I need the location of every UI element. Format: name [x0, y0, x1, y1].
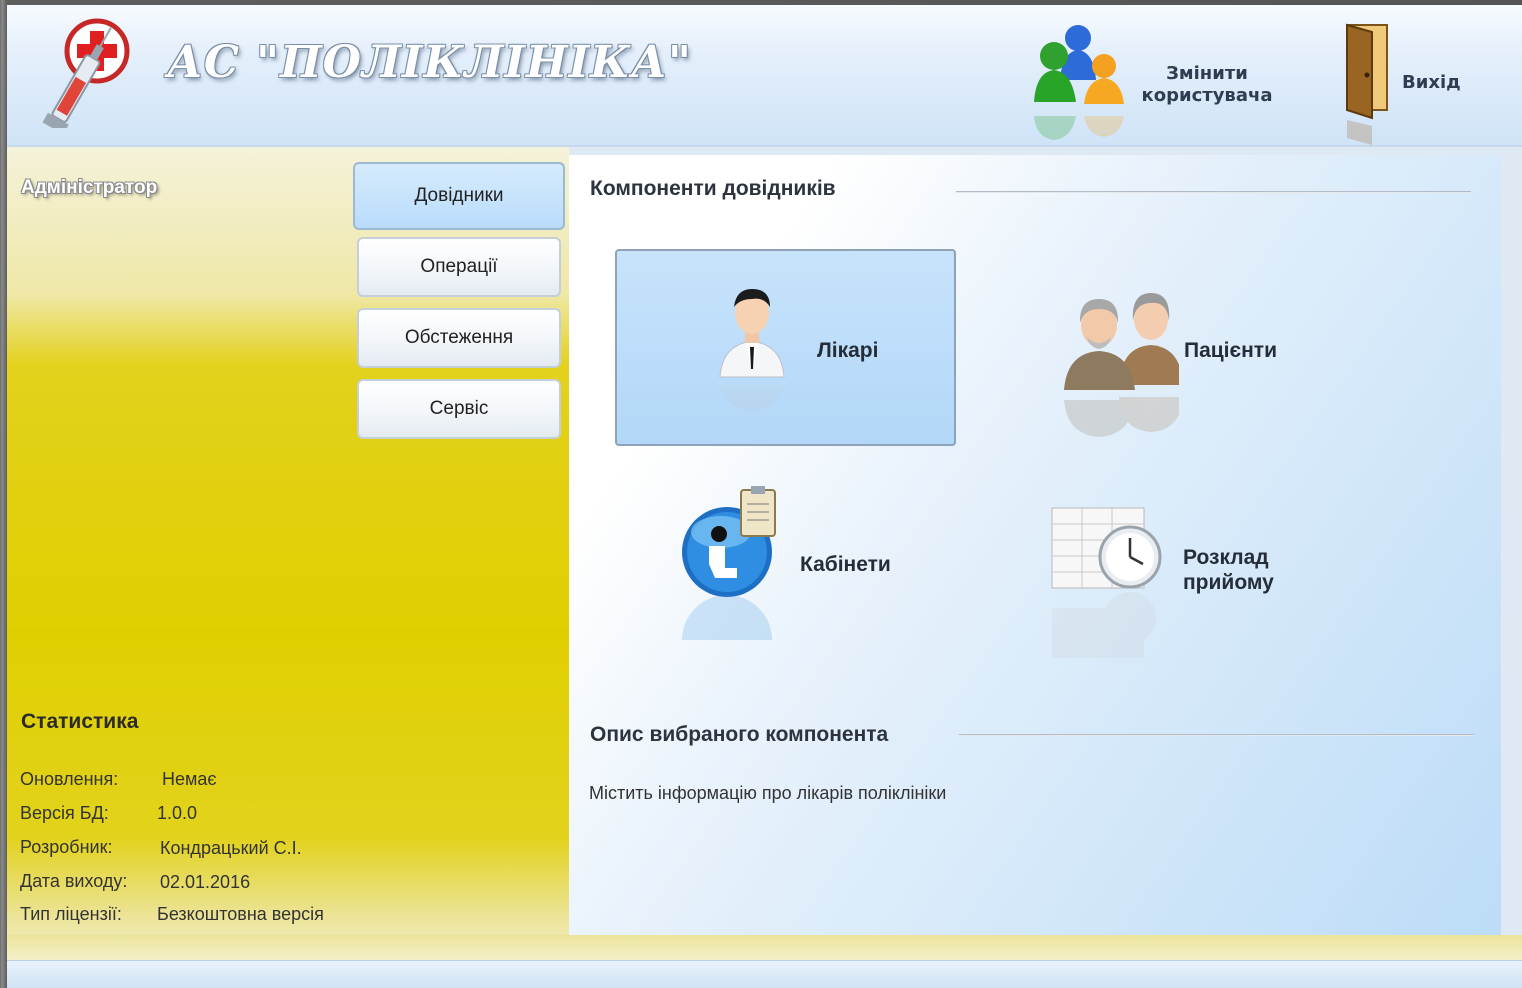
users-icon: [1032, 20, 1127, 140]
sidebar: Адміністратор Довідники Операції Обстеже…: [7, 147, 569, 959]
nav-operations-button[interactable]: Операції: [357, 237, 561, 297]
component-doctors[interactable]: Лікарі: [615, 249, 956, 446]
user-role: Адміністратор: [21, 177, 158, 198]
component-schedule-label: Розклад прийому: [1183, 545, 1274, 595]
stat-label-release-date: Дата виходу:: [20, 871, 128, 891]
change-user-label-line2: користувача: [1141, 85, 1273, 106]
app-title: АС "ПОЛІКЛІНІКА": [167, 37, 692, 88]
patients-icon: [1059, 275, 1183, 455]
component-patients[interactable]: Пацієнти: [1054, 265, 1314, 455]
component-patients-label: Пацієнти: [1184, 339, 1277, 362]
exit-label: Вихід: [1402, 72, 1461, 93]
component-cabinets-label: Кабінети: [800, 553, 891, 576]
nav-examinations-button[interactable]: Обстеження: [357, 308, 561, 368]
stat-label-db-version: Версія БД:: [20, 803, 109, 823]
stat-label-updates: Оновлення:: [20, 769, 119, 789]
component-doctors-label: Лікарі: [817, 339, 879, 362]
components-title: Компоненти довідників: [590, 177, 836, 200]
description-separator: [959, 734, 1474, 736]
component-schedule-label-line2: прийому: [1183, 571, 1274, 594]
stat-value-db-version: 1.0.0: [157, 803, 198, 823]
change-user-label-line1: Змінити: [1166, 63, 1248, 84]
component-schedule-label-line1: Розклад: [1183, 546, 1269, 569]
nav-directories-button[interactable]: Довідники: [353, 162, 565, 230]
syringe-logo-icon: [35, 13, 135, 135]
components-separator: [956, 191, 1471, 193]
doctor-icon: [712, 277, 792, 417]
exit-button[interactable]: Вихід: [1342, 20, 1482, 145]
change-user-button[interactable]: Змінити користувача: [1032, 15, 1282, 145]
stat-value-release-date: 02.01.2016: [160, 872, 251, 892]
door-icon: [1342, 20, 1392, 145]
stat-value-updates: Немає: [162, 769, 217, 789]
component-schedule[interactable]: Розклад прийому: [1047, 500, 1327, 670]
schedule-icon: [1047, 500, 1172, 670]
header: АС "ПОЛІКЛІНІКА" Змінити користувача Вих…: [7, 5, 1522, 147]
nav-service-button[interactable]: Сервіс: [357, 379, 561, 439]
cabinet-icon: [679, 480, 789, 670]
bottom-strip: [7, 935, 1522, 960]
components-panel: Компоненти довідників Лікарі Пацієнти Ка…: [569, 155, 1501, 935]
stat-value-license: Безкоштовна версія: [157, 904, 324, 924]
stats-title: Статистика: [21, 710, 139, 733]
stat-label-license: Тип ліцензії:: [20, 904, 122, 924]
stat-value-developer: Кондрацький С.І.: [160, 838, 302, 858]
status-bar: [7, 960, 1522, 988]
component-cabinets[interactable]: Кабінети: [679, 480, 929, 670]
component-description: Містить інформацію про лікарів полікліні…: [589, 783, 947, 803]
description-title: Опис вибраного компонента: [590, 723, 889, 746]
change-user-label: Змінити користувача: [1132, 63, 1282, 107]
stat-label-developer: Розробник:: [20, 837, 113, 857]
app-window: АС "ПОЛІКЛІНІКА" Змінити користувача Вих…: [7, 5, 1522, 988]
